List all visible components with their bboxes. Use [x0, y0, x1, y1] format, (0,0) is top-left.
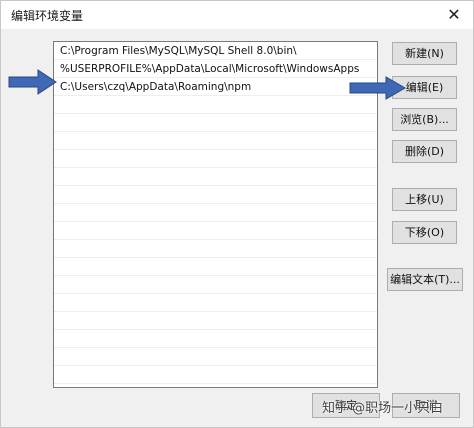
edit-env-variable-dialog: 编辑环境变量 ✕ C:\Program Files\MySQL\MySQL Sh… [0, 0, 474, 428]
empty-row [54, 150, 377, 168]
new-button[interactable]: 新建(N) [392, 42, 457, 65]
empty-row [54, 294, 377, 312]
empty-row [54, 276, 377, 294]
path-list[interactable]: C:\Program Files\MySQL\MySQL Shell 8.0\b… [53, 41, 378, 388]
move-down-button[interactable]: 下移(O) [392, 221, 457, 244]
window-title: 编辑环境变量 [11, 9, 84, 23]
move-up-button[interactable]: 上移(U) [392, 188, 457, 211]
empty-row [54, 258, 377, 276]
empty-row [54, 114, 377, 132]
empty-row [54, 366, 377, 384]
edit-text-button[interactable]: 编辑文本(T)... [387, 268, 463, 291]
empty-row [54, 240, 377, 258]
annotation-arrow-icon [8, 69, 57, 95]
empty-row [54, 312, 377, 330]
empty-row [54, 330, 377, 348]
annotation-arrow-icon [349, 76, 406, 100]
empty-row [54, 96, 377, 114]
empty-row [54, 204, 377, 222]
empty-row [54, 186, 377, 204]
delete-button[interactable]: 删除(D) [392, 140, 457, 163]
watermark: 知乎 @职场一小只白 [322, 401, 444, 416]
empty-row [54, 222, 377, 240]
path-row-2[interactable]: %USERPROFILE%\AppData\Local\Microsoft\Wi… [54, 60, 377, 78]
empty-row [54, 168, 377, 186]
path-row-1[interactable]: C:\Program Files\MySQL\MySQL Shell 8.0\b… [54, 42, 377, 60]
close-icon[interactable]: ✕ [443, 5, 465, 25]
annotation-arrow-shape [349, 76, 406, 100]
empty-row [54, 348, 377, 366]
browse-button[interactable]: 浏览(B)... [392, 108, 457, 131]
empty-row [54, 132, 377, 150]
title-bar: 编辑环境变量 ✕ [1, 1, 473, 29]
path-row-3[interactable]: C:\Users\czq\AppData\Roaming\npm [54, 78, 377, 96]
annotation-arrow-shape [8, 69, 57, 95]
